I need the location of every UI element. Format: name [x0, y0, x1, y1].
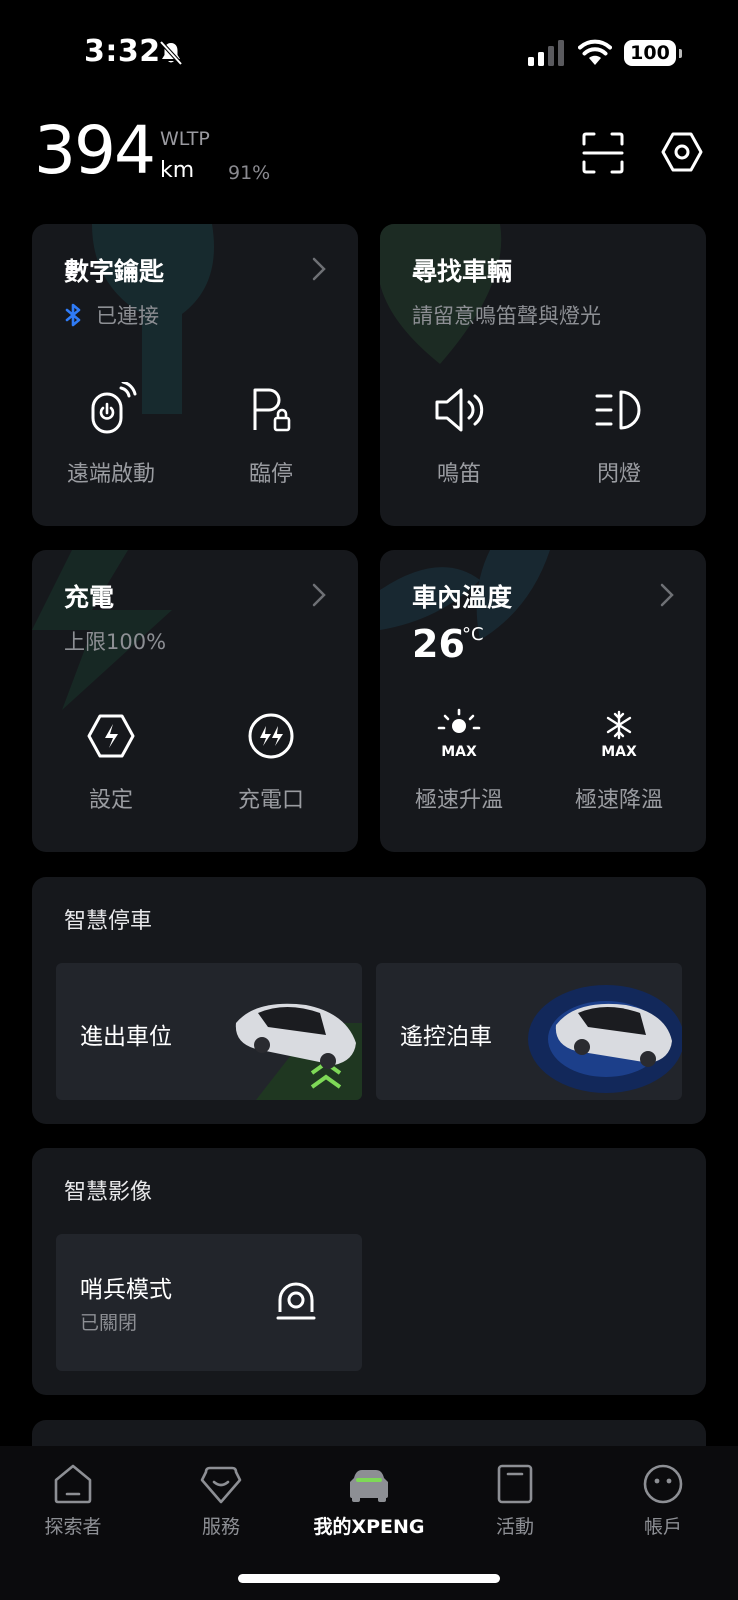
find-car-card[interactable]: 尋找車輛 請留意鳴笛聲與燈光 鳴笛 閃燈: [380, 224, 706, 526]
action-label: 設定: [88, 788, 133, 813]
card-title: 車內溫度: [412, 583, 513, 612]
action-label: 充電口: [237, 788, 304, 813]
action-label: 極速降溫: [574, 788, 663, 813]
snowflake-max-icon: MAX: [601, 710, 637, 760]
range-standard: WLTP: [160, 128, 210, 150]
tile-label: 進出車位: [80, 1024, 172, 1050]
range-value: 394: [34, 112, 156, 189]
battery-indicator: 100: [624, 40, 682, 66]
charge-settings-icon: [87, 714, 135, 758]
horn-button[interactable]: 鳴笛: [384, 382, 534, 488]
nav-activity[interactable]: 活動: [455, 1462, 575, 1539]
charge-port-button[interactable]: 充電口: [196, 708, 346, 814]
explorer-icon: [54, 1464, 92, 1504]
bell-mute-icon: [159, 40, 183, 66]
background-fan-graphic: [380, 550, 550, 640]
nav-service[interactable]: 服務: [161, 1462, 281, 1539]
card-subtitle: 請留意鳴笛聲與燈光: [412, 304, 601, 328]
sentry-mode-status: 已關閉: [80, 1312, 138, 1334]
nav-label: 活動: [495, 1516, 534, 1538]
connection-status: 已連接: [64, 300, 159, 330]
chevron-right-icon: [312, 257, 326, 281]
max-badge: MAX: [441, 744, 477, 760]
action-label: 鳴笛: [436, 462, 481, 487]
range-header: 394 WLTP km 91%: [0, 110, 738, 200]
action-label: 閃燈: [596, 462, 641, 487]
headlight-icon: [595, 390, 641, 430]
scan-icon[interactable]: [582, 132, 624, 174]
charge-settings-button[interactable]: 設定: [36, 708, 186, 814]
charging-card[interactable]: 充電 上限100% 設定 充電口: [32, 550, 358, 852]
charge-port-icon: [248, 713, 294, 759]
cabin-temperature-card[interactable]: 車內溫度 26 °C MAX 極速升溫 MAX 極速降溫: [380, 550, 706, 852]
tile-label: 遙控泊車: [400, 1024, 492, 1050]
smart-video-section: 智慧影像 哨兵模式 已關閉: [32, 1148, 706, 1395]
nav-label: 帳戶: [643, 1516, 682, 1538]
remote-start-button[interactable]: 遠端啟動: [36, 382, 186, 488]
nav-explorer[interactable]: 探索者: [13, 1462, 133, 1539]
connection-status-text: 已連接: [96, 304, 159, 328]
status-bar: 3:32 100: [0, 0, 738, 110]
rapid-cool-button[interactable]: MAX 極速降溫: [544, 708, 694, 814]
park-in-out-tile[interactable]: 進出車位: [56, 963, 362, 1100]
wifi-icon: [578, 39, 612, 65]
activity-icon: [497, 1464, 533, 1504]
action-label: 臨停: [248, 462, 293, 487]
card-subtitle: 上限100%: [64, 630, 167, 654]
chevron-right-icon: [312, 583, 326, 607]
status-time: 3:32: [84, 34, 161, 69]
car-icon: [350, 1470, 388, 1502]
max-badge: MAX: [601, 744, 637, 760]
sentry-camera-icon: [276, 1282, 316, 1320]
speaker-icon: [435, 388, 484, 432]
service-icon: [200, 1466, 242, 1504]
remote-parking-tile[interactable]: 遙控泊車: [376, 963, 682, 1100]
digital-key-card[interactable]: 數字鑰匙 已連接 遠端啟動 臨停: [32, 224, 358, 526]
nav-label: 服務: [201, 1516, 240, 1538]
home-indicator[interactable]: [238, 1574, 500, 1583]
cabin-temperature-value: 26: [412, 622, 465, 666]
sentry-mode-tile[interactable]: 哨兵模式 已關閉: [56, 1234, 362, 1371]
parking-lock-icon: [253, 388, 291, 432]
car-parking-graphic: [235, 1003, 362, 1100]
bluetooth-icon: [65, 303, 81, 327]
card-title: 數字鑰匙: [64, 257, 165, 286]
nav-my-xpeng[interactable]: 我的XPENG: [309, 1462, 429, 1539]
temperature-unit: °C: [462, 624, 484, 645]
settings-icon[interactable]: [660, 130, 704, 174]
battery-percent: 91%: [228, 162, 271, 184]
smart-parking-section: 智慧停車 進出車位 遙控泊車: [32, 877, 706, 1124]
card-title: 尋找車輛: [412, 257, 513, 286]
chevron-right-icon: [660, 583, 674, 607]
card-title: 充電: [64, 583, 115, 612]
action-label: 極速升溫: [414, 788, 503, 813]
action-label: 遠端啟動: [66, 462, 155, 487]
nav-account[interactable]: 帳戶: [603, 1462, 723, 1539]
account-icon: [643, 1464, 683, 1504]
sun-max-icon: MAX: [437, 708, 481, 760]
flash-lights-button[interactable]: 閃燈: [544, 382, 694, 488]
rapid-heat-button[interactable]: MAX 極速升溫: [384, 708, 534, 814]
section-title: 智慧停車: [64, 909, 153, 934]
sentry-mode-label: 哨兵模式: [80, 1277, 172, 1303]
remote-start-icon: [91, 382, 137, 434]
temporary-parking-button[interactable]: 臨停: [196, 382, 346, 488]
signal-icon: [528, 40, 564, 66]
range-unit: km: [160, 158, 195, 183]
section-title: 智慧影像: [64, 1180, 153, 1205]
nav-label: 我的XPENG: [313, 1516, 425, 1538]
nav-label: 探索者: [44, 1516, 102, 1538]
remote-parking-graphic: [528, 985, 682, 1093]
